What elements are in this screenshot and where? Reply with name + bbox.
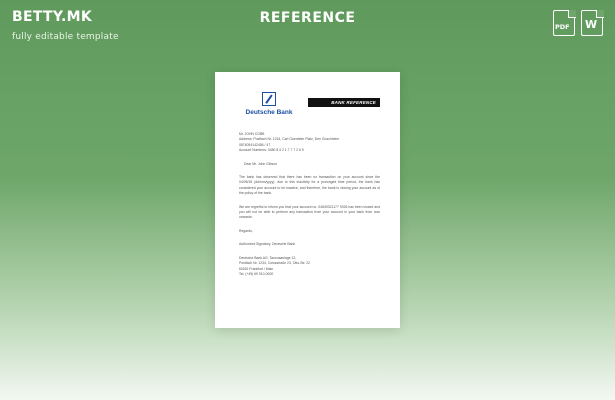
document-preview[interactable]: Deutsche Bank BANK REFERENCE Mr. JOHN CO… — [215, 72, 400, 328]
document-ref-label: BANK REFERENCE — [308, 98, 380, 107]
address-block: Mr. JOHN COBB Address: Postfach Nr. 1234… — [239, 132, 380, 154]
document-footer: Deutsche Bank AG, Taunusanlage 12, Postf… — [239, 256, 380, 278]
word-icon[interactable]: W — [581, 9, 604, 36]
signature: Authorized Signatory, Deutsche Bank — [239, 242, 296, 247]
pdf-icon-label: PDF — [555, 23, 570, 31]
page-title: REFERENCE — [259, 10, 356, 26]
pdf-icon[interactable]: PDF — [553, 9, 576, 36]
format-icons: PDF W — [553, 9, 604, 36]
address-line: Account Numbers: 0480 8 4 2 1 7 7 7 2 6 … — [239, 148, 304, 153]
paragraph: The bank has observed that there has bee… — [239, 175, 380, 196]
brand-tagline: fully editable template — [12, 32, 119, 42]
greeting: Dear Mr. John Gibson — [244, 161, 277, 166]
word-icon-label: W — [585, 18, 598, 31]
regards: Regards, — [239, 228, 253, 233]
deutsche-bank-logo-icon — [262, 92, 276, 106]
document-header: Deutsche Bank BANK REFERENCE — [239, 92, 380, 126]
bank-logo: Deutsche Bank — [239, 92, 299, 116]
paragraph: We are regretful to inform you that your… — [239, 204, 380, 220]
bank-name: Deutsche Bank — [245, 109, 293, 116]
footer-line: Tel. (+49) 69 910-0000 — [239, 271, 274, 276]
